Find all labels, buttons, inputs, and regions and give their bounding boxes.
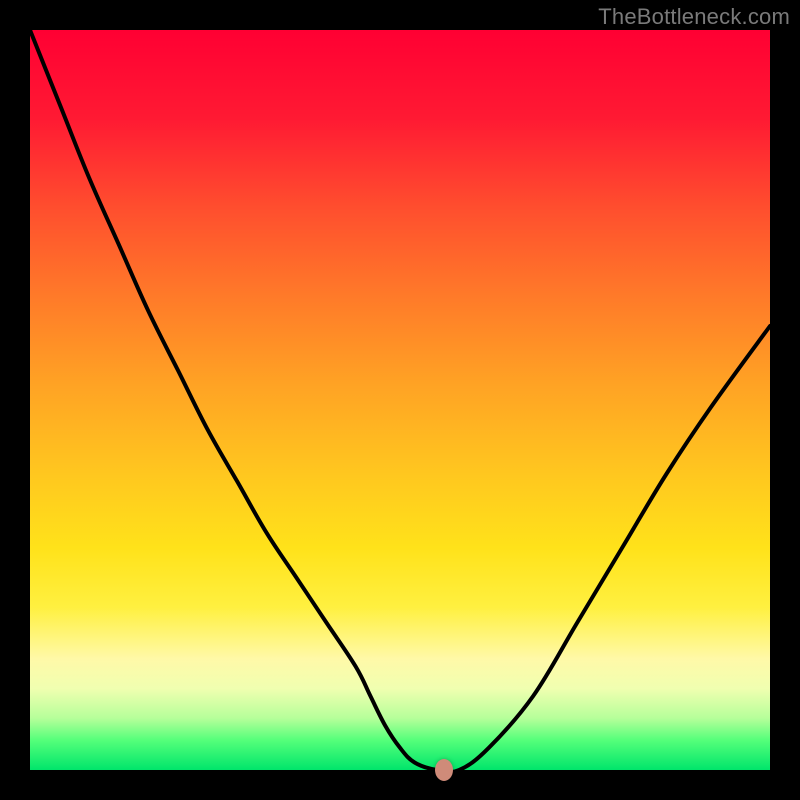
optimal-point-marker	[435, 759, 453, 781]
chart-frame: TheBottleneck.com	[0, 0, 800, 800]
curve-svg	[30, 30, 770, 770]
plot-area	[30, 30, 770, 770]
bottleneck-curve-path	[30, 30, 770, 770]
watermark-text: TheBottleneck.com	[598, 4, 790, 30]
